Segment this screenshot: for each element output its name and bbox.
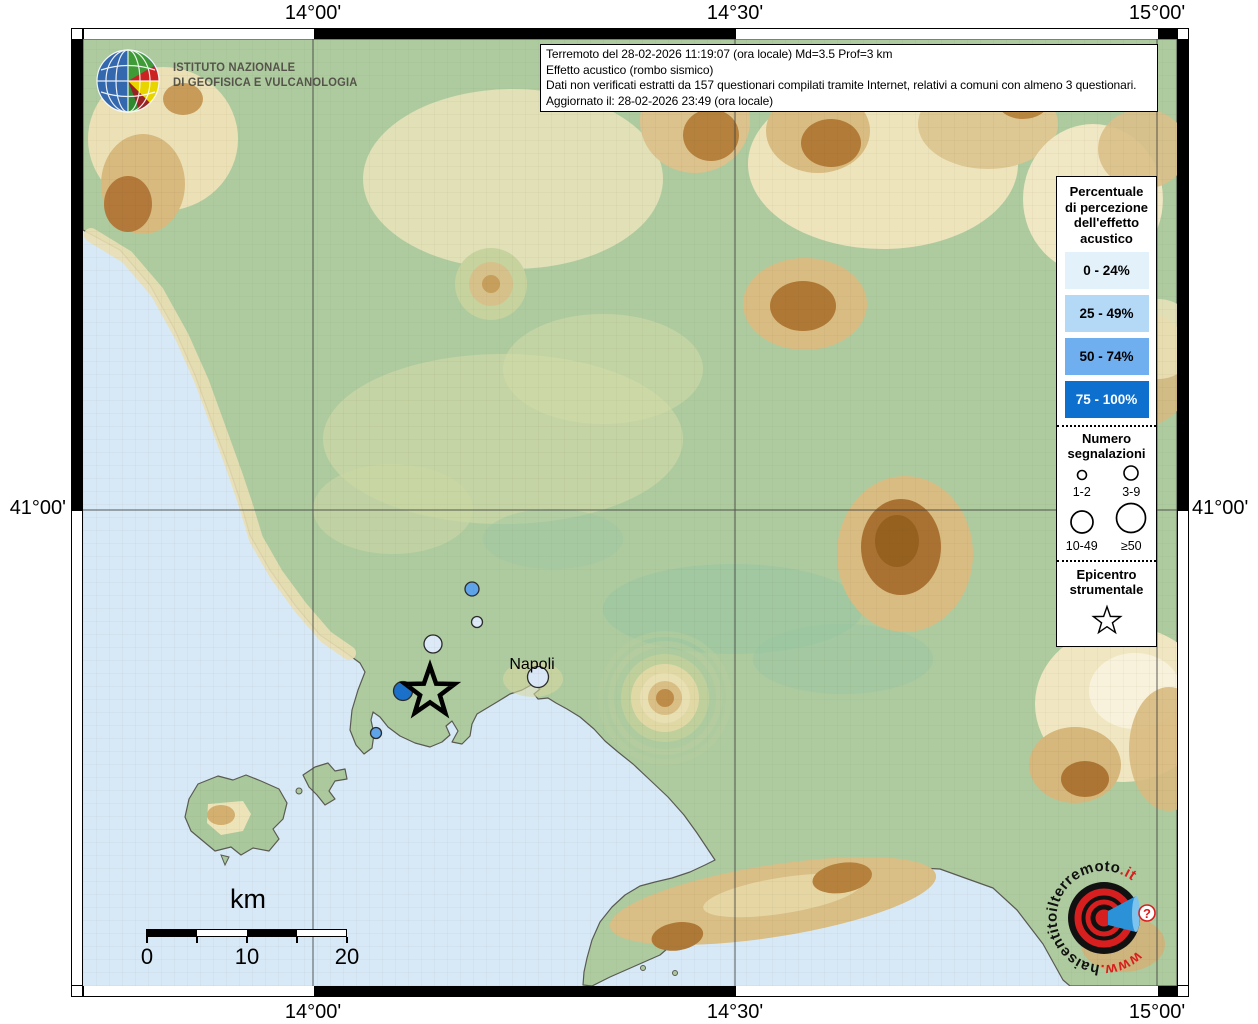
scale-tick	[146, 937, 148, 943]
legend-title-line: Percentuale	[1057, 184, 1156, 200]
legend-swatch-0-24: 0 - 24%	[1065, 252, 1149, 289]
scale-bar	[146, 929, 347, 937]
info-line-effect: Effetto acustico (rombo sismico)	[546, 63, 1152, 79]
scale-number-20: 20	[322, 944, 372, 970]
scale-tick	[296, 937, 298, 943]
legend-title-line: dell'effetto	[1057, 215, 1156, 231]
axis-label-right-41-00: 41°00'	[1192, 497, 1258, 520]
city-label-napoli: Napoli	[509, 656, 554, 673]
report-size-label: 3-9	[1108, 486, 1154, 499]
info-line-updated: Aggiornato il: 28-02-2026 23:49 (ora loc…	[546, 94, 1152, 110]
frame-corner-top-left	[71, 28, 83, 40]
report-size-label: ≥50	[1108, 540, 1154, 553]
info-line-event: Terremoto del 28-02-2026 11:19:07 (ora l…	[546, 47, 1152, 63]
legend-perception-title: Percentuale di percezione dell'effetto a…	[1057, 184, 1156, 246]
axis-label-top-15-00: 15°00'	[1102, 2, 1212, 25]
legend-title-line: acustico	[1057, 231, 1156, 247]
observation-circle	[472, 617, 483, 628]
frame-left-bar	[71, 39, 83, 986]
report-size-label: 10-49	[1059, 540, 1105, 553]
scale-number-10: 10	[222, 944, 272, 970]
legend-reports-title-line: segnalazioni	[1057, 446, 1156, 461]
haisentitoilterremoto-logo: ? www.haisentitoilterremoto.it	[1036, 845, 1172, 985]
legend-separator	[1057, 560, 1156, 562]
frame-bottom-bar	[83, 985, 1177, 997]
scale-tick	[246, 937, 248, 943]
report-size-icon-10-49	[1068, 509, 1096, 535]
report-size-icon-50plus	[1114, 501, 1148, 535]
legend-separator	[1057, 425, 1156, 427]
axis-label-bottom-14-00: 14°00'	[258, 1001, 368, 1024]
legend-reports-title-line: Numero	[1057, 431, 1156, 446]
report-size-icon-3-9	[1120, 463, 1142, 481]
legend-size-row-large: 10-49 ≥50	[1057, 501, 1156, 553]
map-canvas: Napoli ISTITUTO NAZIONALE DI GEOFISICA E…	[83, 39, 1177, 986]
legend-epicenter-title-line: strumentale	[1057, 582, 1156, 597]
axis-label-top-14-00: 14°00'	[258, 2, 368, 25]
legend-swatch-50-74: 50 - 74%	[1065, 338, 1149, 375]
legend-reports-title: Numero segnalazioni	[1057, 431, 1156, 461]
question-mark: ?	[1143, 906, 1151, 921]
report-size-label: 1-2	[1059, 486, 1105, 499]
scale-tick	[346, 937, 348, 943]
scale-tick	[196, 937, 198, 943]
ingv-logo-text: ISTITUTO NAZIONALE DI GEOFISICA E VULCAN…	[173, 61, 358, 90]
observation-circle	[465, 582, 479, 596]
axis-label-top-14-30: 14°30'	[680, 2, 790, 25]
frame-corner-top-right	[1177, 28, 1189, 40]
report-size-icon-1-2	[1072, 465, 1092, 481]
terrain-map: Napoli	[83, 39, 1177, 986]
legend-swatch-25-49: 25 - 49%	[1065, 295, 1149, 332]
observation-circle	[371, 728, 382, 739]
frame-corner-bottom-left	[71, 985, 83, 997]
ingv-logo-globe	[95, 48, 161, 114]
frame-corner-bottom-right	[1177, 985, 1189, 997]
scale-unit-label: km	[217, 884, 279, 915]
legend-epicenter-title-line: Epicentro	[1057, 567, 1156, 582]
legend-epicenter-star	[1059, 597, 1155, 641]
legend-epicenter-title: Epicentro strumentale	[1057, 567, 1156, 597]
scale-number-0: 0	[122, 944, 172, 970]
earthquake-info-box: Terremoto del 28-02-2026 11:19:07 (ora l…	[540, 44, 1158, 112]
info-line-source: Dati non verificati estratti da 157 ques…	[546, 78, 1152, 94]
seismic-map-page: { "frame": { "meridian_labels": ["14°00'…	[0, 0, 1258, 1024]
observation-circle	[424, 635, 442, 653]
ingv-text-line1: ISTITUTO NAZIONALE	[173, 61, 358, 76]
frame-right-bar	[1177, 39, 1189, 986]
axis-label-bottom-15-00: 15°00'	[1102, 1001, 1212, 1024]
axis-label-bottom-14-30: 14°30'	[680, 1001, 790, 1024]
legend-swatch-75-100: 75 - 100%	[1065, 381, 1149, 418]
ingv-text-line2: DI GEOFISICA E VULCANOLOGIA	[173, 76, 358, 91]
legend-panel: Percentuale di percezione dell'effetto a…	[1056, 176, 1157, 647]
legend-size-row-small: 1-2 3-9	[1057, 463, 1156, 499]
axis-label-left-41-00: 41°00'	[0, 497, 66, 520]
legend-title-line: di percezione	[1057, 200, 1156, 216]
